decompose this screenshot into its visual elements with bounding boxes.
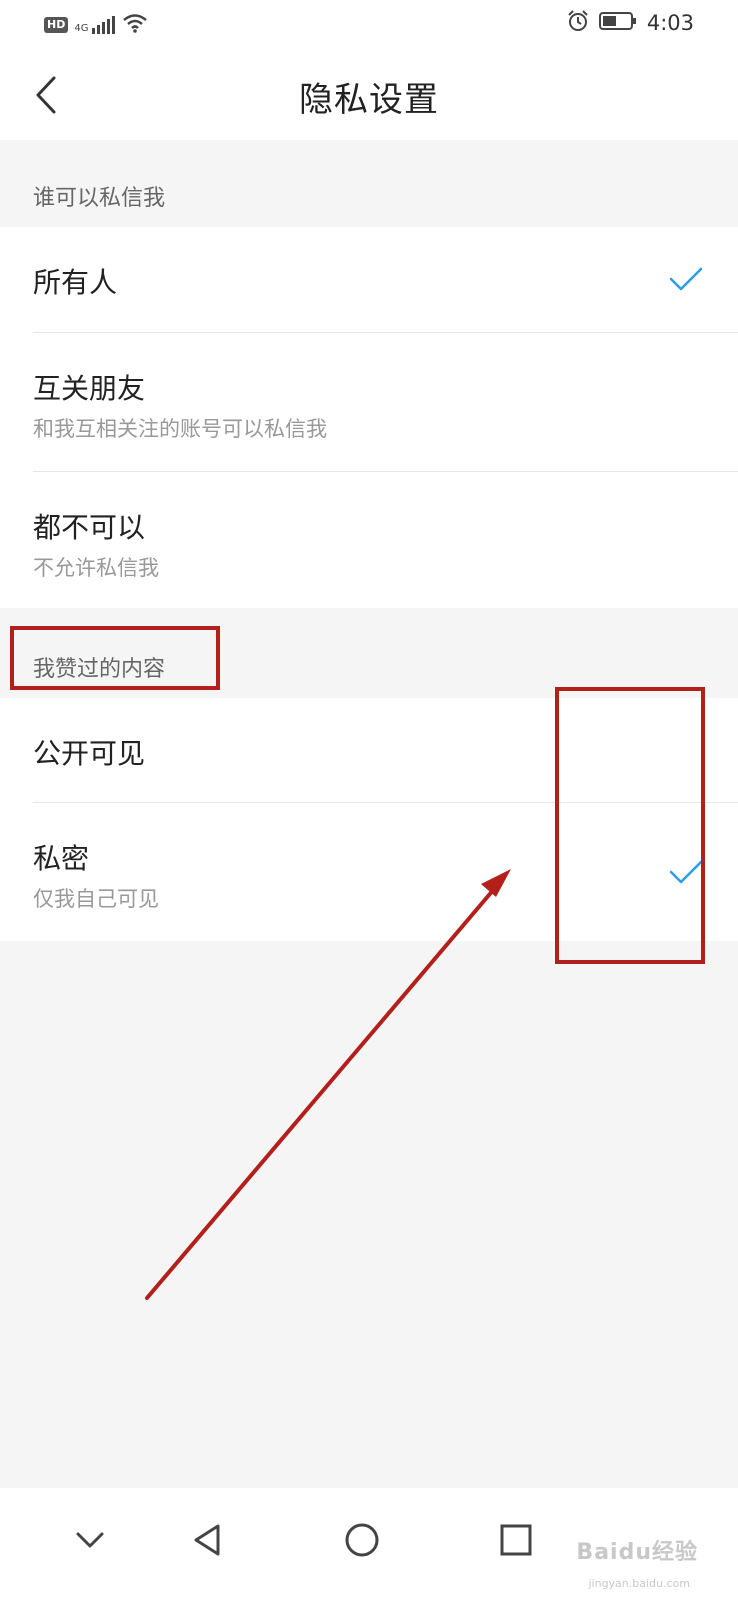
back-triangle-icon (194, 1524, 220, 1556)
collapse-button[interactable] (60, 1510, 120, 1570)
nav-recents-button[interactable] (486, 1510, 546, 1570)
annotation-arrow (145, 869, 511, 1300)
nav-home-button[interactable] (332, 1510, 392, 1570)
collapse-icon (76, 1532, 104, 1548)
recents-square-icon (500, 1524, 532, 1556)
watermark-url: jingyan.baidu.com (588, 1577, 690, 1590)
system-nav-bar: Baidu经验 jingyan.baidu.com (0, 1488, 738, 1600)
nav-back-button[interactable] (178, 1510, 238, 1570)
watermark: Baidu经验 (576, 1540, 698, 1565)
home-circle-icon (345, 1523, 379, 1557)
